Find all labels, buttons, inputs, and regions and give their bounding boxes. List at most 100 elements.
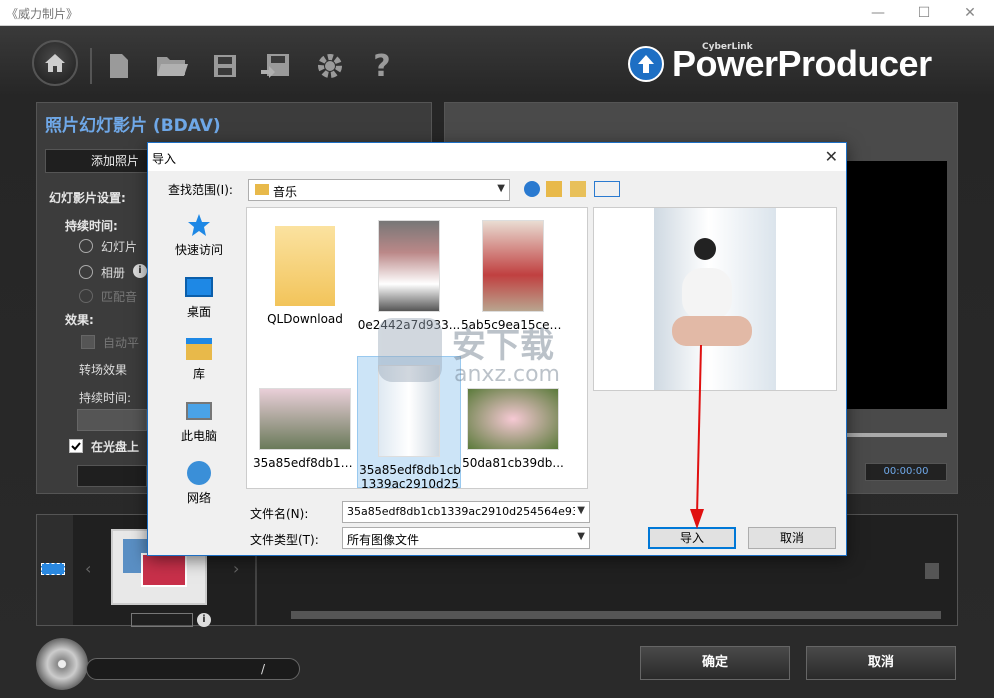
film-strip-tab[interactable] (37, 515, 73, 625)
place-label: 此电脑 (180, 429, 217, 443)
file-item[interactable]: 50da81cb39db... (461, 358, 565, 488)
time-display: 00:00:00 (865, 463, 947, 481)
radio-slide-label: 幻灯片 (101, 240, 138, 254)
place-desktop[interactable]: 桌面 (156, 269, 242, 329)
radio-match-label: 匹配音 (101, 290, 138, 304)
folder-icon (255, 184, 269, 195)
info-icon[interactable]: i (197, 613, 211, 627)
on-disc-label: 在光盘上 (91, 440, 140, 454)
look-in-combo[interactable]: 音乐 ▼ (248, 179, 510, 201)
star-icon (184, 211, 214, 239)
dialog-titlebar: 导入 ✕ (148, 143, 846, 171)
on-disc-checkbox[interactable] (69, 439, 83, 453)
help-icon[interactable]: ? (366, 44, 398, 88)
panel-heading: 照片幻灯影片 (BDAV) (45, 116, 221, 136)
file-name: QLDownload (267, 312, 343, 326)
ok-button[interactable]: 确定 (640, 646, 790, 680)
save-icon[interactable] (208, 44, 242, 88)
filetype-value: 所有图像文件 (347, 533, 420, 547)
disc-icon (36, 638, 88, 690)
new-folder-icon[interactable] (570, 181, 586, 197)
capacity-bar: / (86, 658, 300, 680)
settings-icon[interactable] (312, 44, 348, 88)
auto-pan-checkbox[interactable] (81, 335, 95, 349)
file-name: 35a85edf8db1cb1339ac2910d254 (359, 463, 461, 489)
dialog-title: 导入 (152, 152, 177, 166)
places-bar: 快速访问 桌面 库 此电脑 网络 (156, 207, 242, 507)
dialog-cancel-button[interactable]: 取消 (748, 527, 836, 549)
place-label: 网络 (186, 491, 211, 505)
duration-input[interactable] (77, 409, 147, 431)
scroll-right-icon[interactable]: › (233, 559, 239, 578)
file-item[interactable]: 35a85edf8db1c... (253, 358, 357, 488)
thumbnail-caption-field[interactable] (131, 613, 193, 627)
scroll-left-icon[interactable]: ‹ (85, 559, 91, 578)
storyboard-scrollbar[interactable] (291, 611, 941, 619)
file-name: 50da81cb39db... (462, 456, 564, 470)
effect-label: 效果: (65, 313, 94, 327)
filetype-label: 文件类型(T): (250, 533, 319, 547)
filename-label: 文件名(N): (250, 507, 309, 521)
save-as-icon[interactable] (256, 44, 296, 88)
filename-value: 35a85edf8db1cb1339ac2910d254564e93584 (347, 505, 575, 518)
radio-match-music[interactable] (79, 289, 93, 303)
folder-icon (275, 226, 335, 306)
file-item[interactable]: QLDownload (253, 212, 357, 342)
filetype-combo[interactable]: 所有图像文件 ▼ (342, 527, 590, 549)
preview-image (654, 208, 776, 390)
place-library[interactable]: 库 (156, 331, 242, 391)
logo-maker: CyberLink (702, 42, 753, 52)
back-icon[interactable] (524, 181, 540, 197)
place-this-pc[interactable]: 此电脑 (156, 393, 242, 453)
close-button[interactable]: ✕ (948, 2, 992, 24)
file-item[interactable]: 5ab5c9ea15ce3... (461, 212, 565, 342)
open-folder-icon[interactable] (152, 44, 192, 88)
place-network[interactable]: 网络 (156, 455, 242, 515)
settings-label: 幻灯影片设置: (49, 191, 126, 205)
look-in-value: 音乐 (273, 185, 298, 199)
network-icon (184, 459, 214, 487)
film-icon (41, 563, 65, 575)
maximize-button[interactable]: ☐ (902, 2, 946, 24)
toolbar-divider (90, 48, 92, 84)
file-item[interactable]: 0e2442a7d933... (357, 212, 461, 342)
image-thumbnail (378, 220, 440, 312)
info-icon[interactable]: i (133, 264, 147, 278)
transition-label: 转场效果 (79, 363, 128, 377)
radio-slide[interactable] (79, 239, 93, 253)
view-menu-icon[interactable] (594, 181, 620, 197)
minimize-button[interactable]: — (856, 2, 900, 24)
file-list: QLDownload 0e2442a7d933... 5ab5c9ea15ce3… (246, 207, 588, 489)
preview-figure-head (694, 238, 716, 260)
preview-figure-body (682, 268, 732, 320)
dialog-close-icon[interactable]: ✕ (825, 147, 838, 166)
duration-label: 持续时间: (65, 219, 118, 233)
home-icon[interactable] (32, 40, 78, 86)
chevron-down-icon: ▼ (497, 183, 505, 194)
new-file-icon[interactable] (104, 44, 134, 88)
annotation-arrow-icon (690, 344, 704, 529)
image-thumbnail (259, 388, 351, 450)
image-thumbnail (378, 365, 440, 457)
chevron-down-icon: ▼ (577, 505, 585, 516)
file-item-selected[interactable]: 35a85edf8db1cb1339ac2910d254 (357, 356, 461, 488)
file-name: 0e2442a7d933... (357, 318, 461, 332)
panel-action-button[interactable] (77, 465, 147, 487)
place-quick-access[interactable]: 快速访问 (156, 207, 242, 267)
duration2-label: 持续时间: (79, 391, 132, 405)
filename-combo[interactable]: 35a85edf8db1cb1339ac2910d254564e93584 ▼ (342, 501, 590, 523)
place-label: 桌面 (186, 305, 211, 319)
import-dialog: 导入 ✕ 查找范围(I): 音乐 ▼ 快速访问 桌面 库 此电脑 网络 QLDo… (147, 142, 847, 556)
app-logo: CyberLink PowerProducer (628, 40, 932, 88)
look-in-label: 查找范围(I): (168, 183, 233, 197)
window-titlebar: 《威力制片》 — ☐ ✕ (0, 0, 994, 26)
auto-pan-label: 自动平 (103, 336, 140, 350)
up-folder-icon[interactable] (546, 181, 562, 197)
image-thumbnail (467, 388, 559, 450)
trash-icon[interactable] (925, 563, 939, 579)
radio-album-label: 相册 (101, 266, 126, 280)
cancel-button[interactable]: 取消 (806, 646, 956, 680)
library-icon (184, 335, 214, 363)
radio-album[interactable] (79, 265, 93, 279)
chevron-down-icon: ▼ (577, 531, 585, 542)
